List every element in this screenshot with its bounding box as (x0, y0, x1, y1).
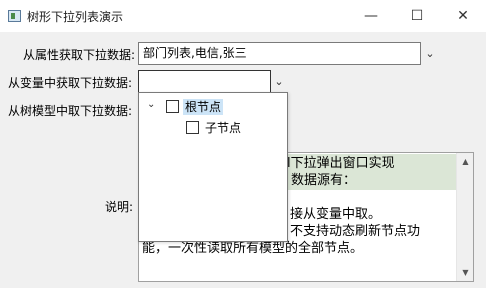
tree-dropdown-popup[interactable]: ⌄ 根节点 子节点 (138, 92, 288, 242)
window-title: 树形下拉列表演示 (27, 10, 124, 24)
row2-combo-field[interactable] (138, 70, 271, 93)
root-node-label[interactable]: 根节点 (183, 99, 224, 115)
app-icon (8, 10, 21, 22)
description-label: 说明: (105, 200, 134, 214)
row2-chevron-down-icon[interactable]: ⌄ (273, 75, 285, 88)
desc-line-2: 数据源有： (291, 173, 357, 188)
vertical-scrollbar[interactable]: ▲ ▼ (456, 153, 473, 281)
desc-line-1: l下拉弹出窗口实现 (287, 156, 395, 171)
child-checkbox[interactable] (186, 121, 199, 134)
row1-combo-field[interactable]: 部门列表,电信,张三 (138, 42, 421, 65)
scroll-up-icon[interactable]: ▲ (457, 153, 474, 170)
title-bar: 树形下拉列表演示 — ☐ ✕ (0, 0, 486, 32)
expander-chevron-icon[interactable]: ⌄ (147, 99, 155, 110)
desc-line-4: 不支持动态刷新节点功 (290, 224, 421, 239)
desc-line-3: 接从变量中取。 (290, 207, 382, 222)
root-checkbox[interactable] (166, 100, 179, 113)
child-node-label[interactable]: 子节点 (203, 120, 243, 136)
row1-chevron-down-icon[interactable]: ⌄ (424, 47, 436, 60)
maximize-button[interactable]: ☐ (394, 0, 440, 32)
close-button[interactable]: ✕ (440, 0, 486, 32)
minimize-button[interactable]: — (348, 0, 394, 32)
row3-label: 从树模型中取下拉数据: (8, 104, 133, 118)
desc-line-5: 能，一次性读取所有模型的全部节点。 (142, 241, 364, 256)
row1-label: 从属性获取下拉数据: (23, 48, 136, 62)
scroll-down-icon[interactable]: ▼ (457, 264, 474, 281)
row2-label: 从变量中获取下拉数据: (8, 76, 133, 90)
